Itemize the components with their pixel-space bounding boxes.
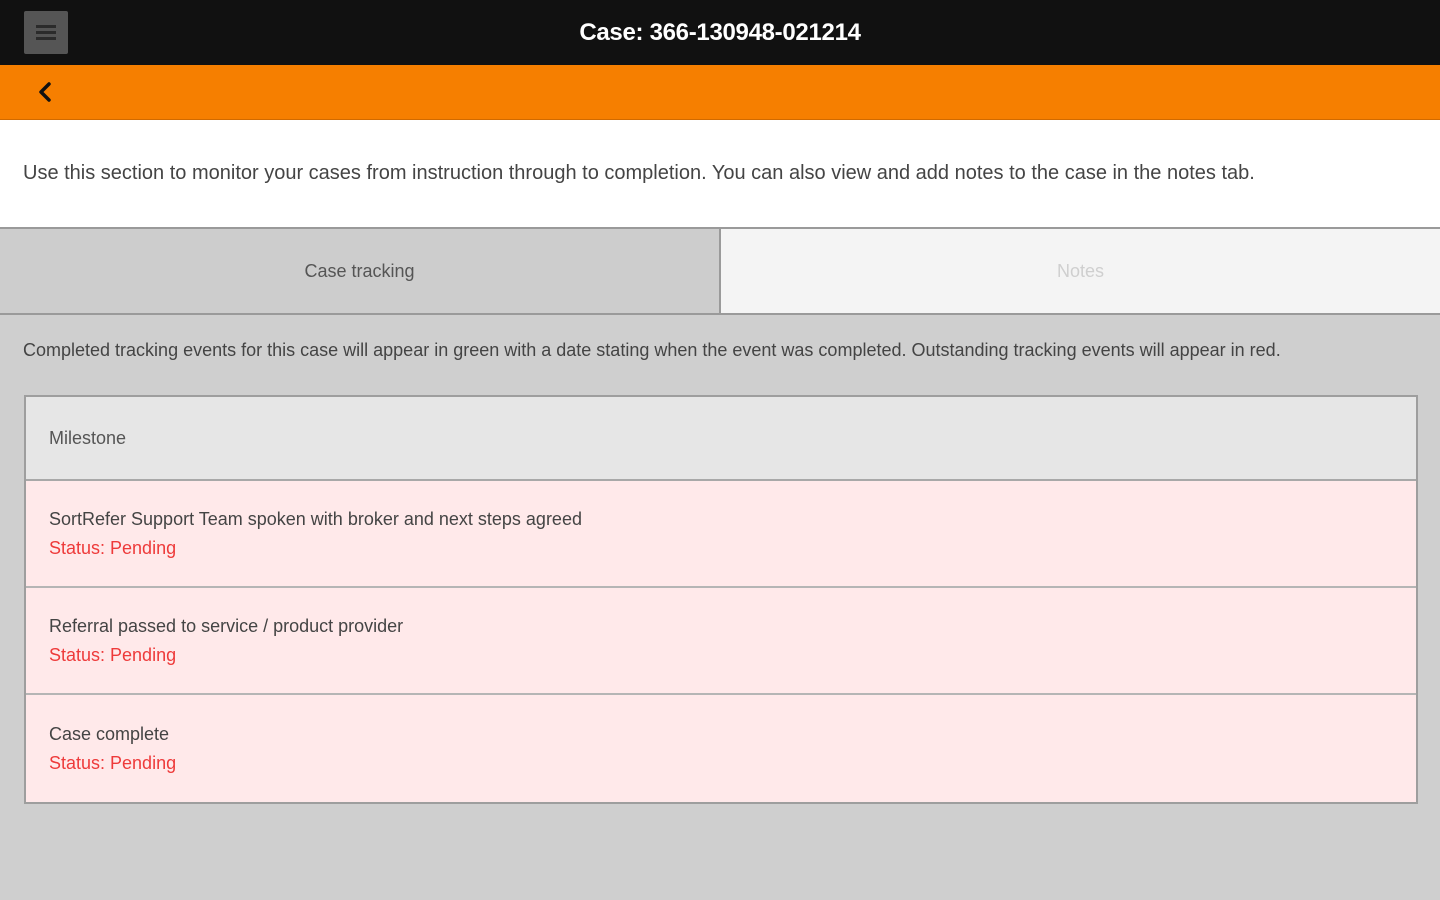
milestone-name: SortRefer Support Team spoken with broke… [49, 508, 582, 529]
milestone-name: Case complete [49, 723, 170, 744]
tab-label: Case tracking [304, 260, 415, 281]
helper-text: Completed tracking events for this case … [23, 340, 1281, 360]
top-app-bar: Case: 366-130948-021214 [0, 0, 1440, 65]
action-bar [0, 65, 1440, 120]
milestone-name: Referral passed to service / product pro… [49, 615, 404, 636]
back-button[interactable] [30, 77, 60, 107]
column-header-milestone: Milestone [49, 427, 127, 448]
table-row[interactable]: SortRefer Support Team spoken with broke… [26, 481, 1416, 588]
tab-label: Notes [1056, 260, 1105, 281]
page-title: Case: 366-130948-021214 [579, 19, 861, 46]
tab-notes[interactable]: Notes [721, 229, 1440, 313]
table-header: Milestone [26, 397, 1416, 481]
milestone-table: Milestone SortRefer Support Team spoken … [24, 395, 1418, 804]
table-row[interactable]: Referral passed to service / product pro… [26, 588, 1416, 695]
status-label: Status: Pending [49, 644, 177, 665]
intro-section: Use this section to monitor your cases f… [0, 120, 1440, 227]
table-row[interactable]: Case complete Status: Pending [26, 695, 1416, 802]
tab-case-tracking[interactable]: Case tracking [0, 229, 721, 313]
status-label: Status: Pending [49, 537, 177, 558]
status-label: Status: Pending [49, 752, 177, 773]
tab-bar: Case tracking Notes [0, 227, 1440, 315]
chevron-left-icon [39, 82, 51, 102]
intro-text: Use this section to monitor your cases f… [23, 162, 1255, 184]
